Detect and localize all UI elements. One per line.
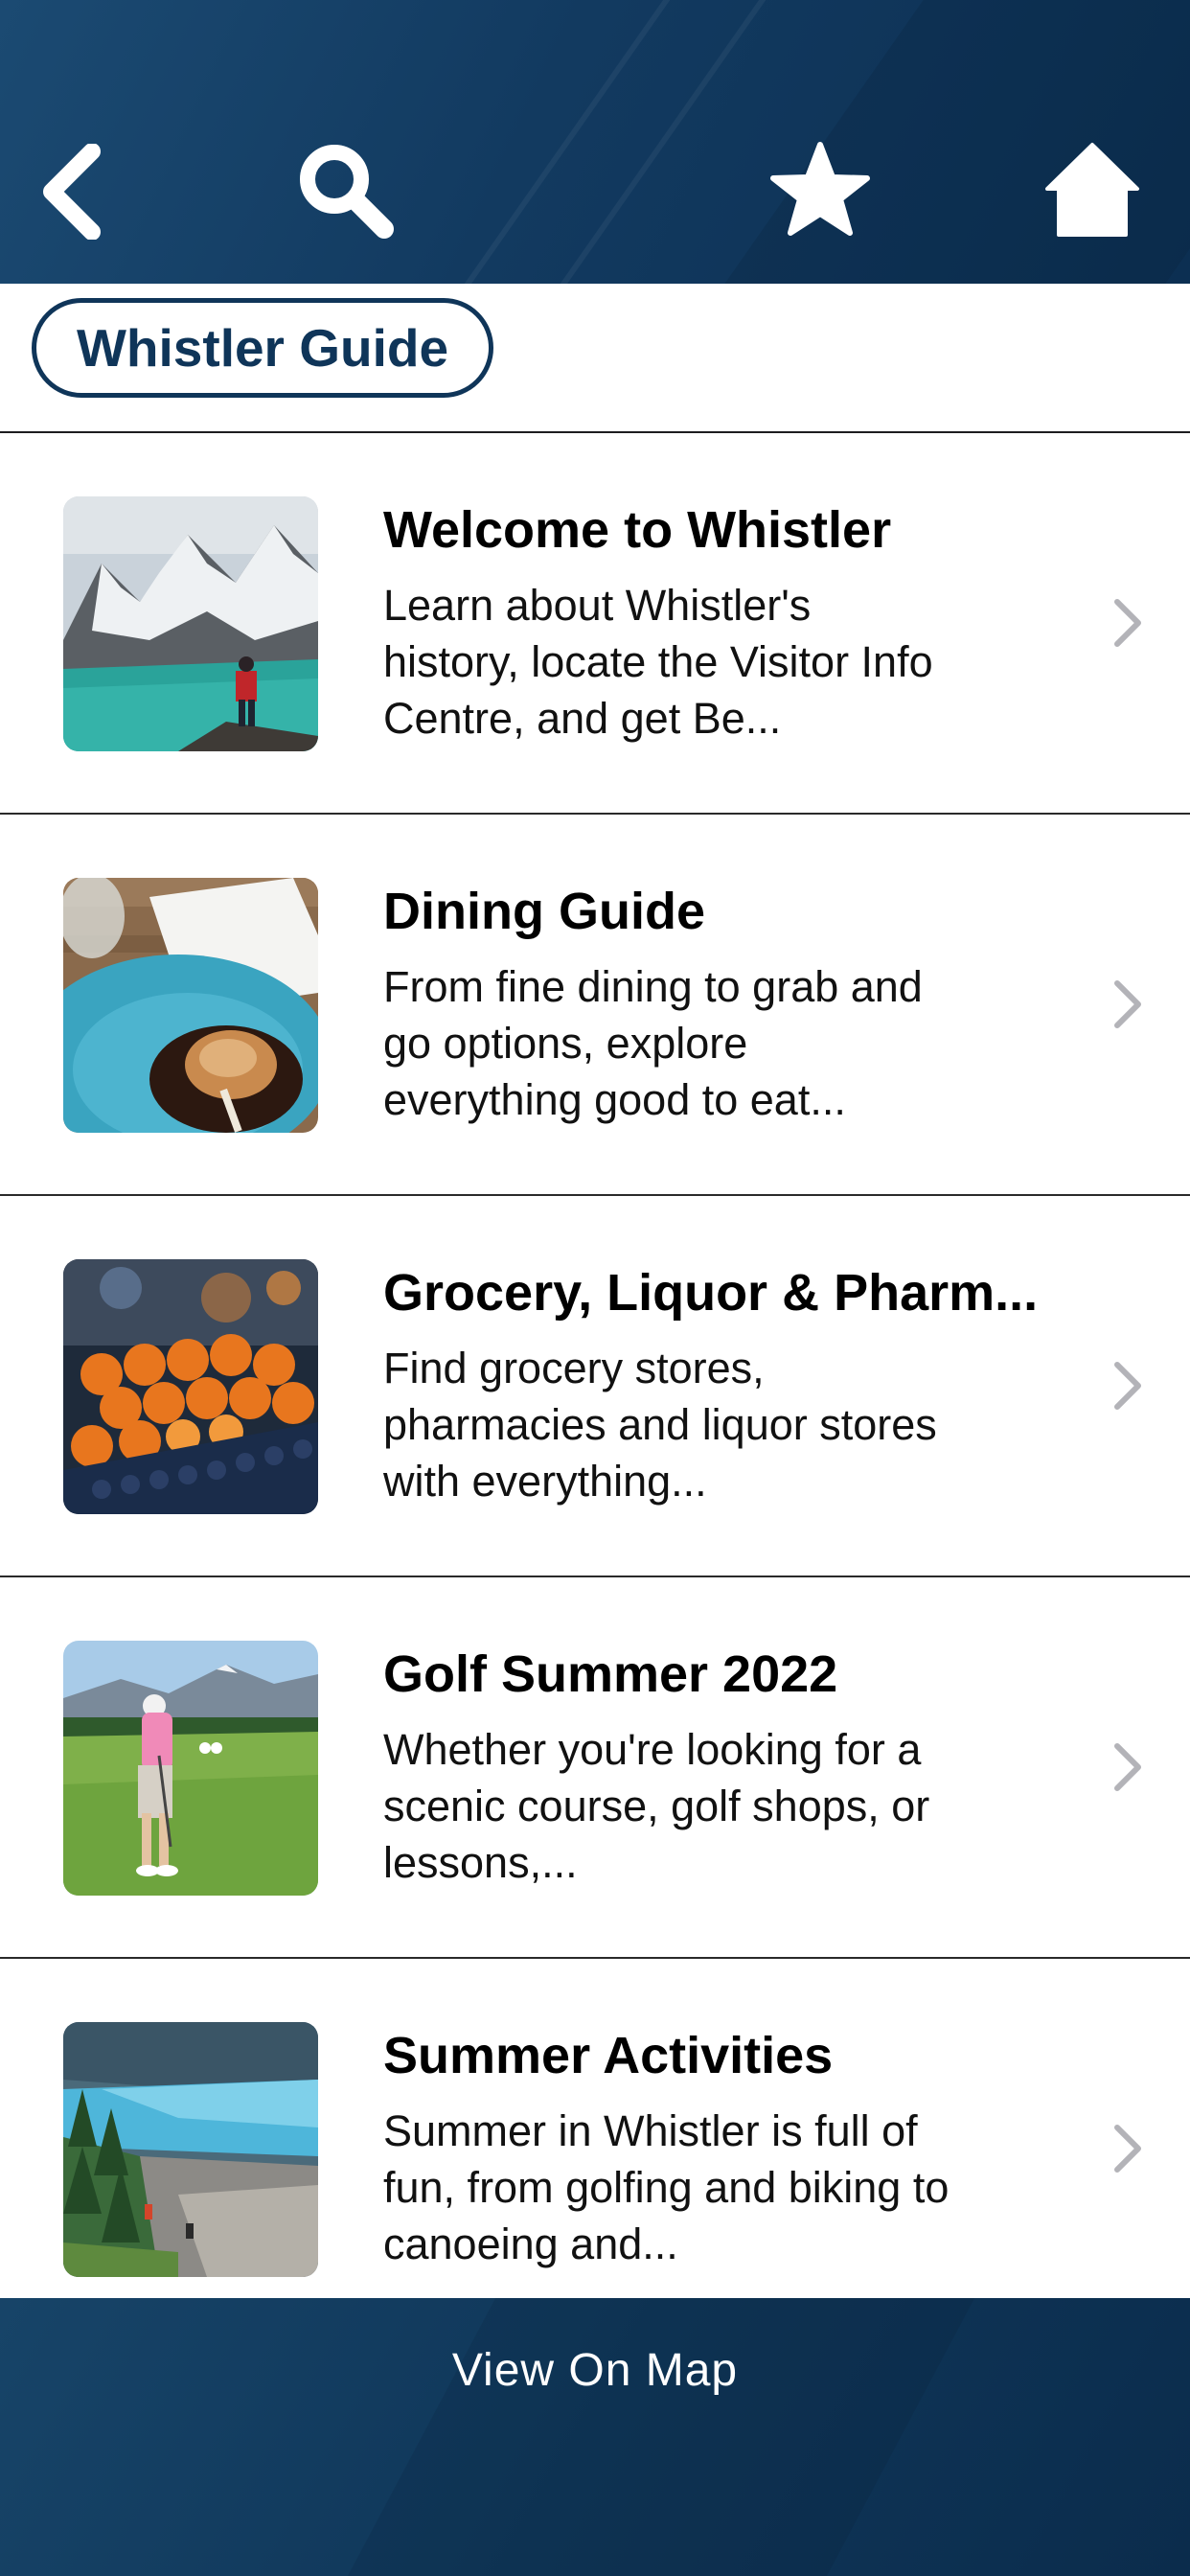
thumbnail-plated-meal: [63, 878, 318, 1133]
list-item-description: Whether you're looking for a scenic cour…: [383, 1725, 930, 1887]
thumbnail-produce-fruit: [63, 1259, 318, 1514]
page-title: Whistler Guide: [32, 298, 494, 398]
list-item-title: Welcome to Whistler: [383, 501, 892, 559]
chevron-right-icon: [1114, 1743, 1141, 1791]
list-item-dining-guide[interactable]: Dining Guide From fine dining to grab an…: [0, 815, 1190, 1196]
list-item-description: Summer in Whistler is full of fun, from …: [383, 2106, 950, 2268]
home-button[interactable]: [1035, 134, 1150, 249]
list-item-title: Dining Guide: [383, 883, 705, 940]
list-item-title: Grocery, Liquor & Pharm...: [383, 1264, 1039, 1322]
thumbnail-alpine-lake-hikers: [63, 2022, 318, 2277]
list-item-grocery-liquor-pharmacy[interactable]: Grocery, Liquor & Pharm... Find grocery …: [0, 1196, 1190, 1577]
chevron-right-icon: [1114, 2125, 1141, 2173]
list-item-welcome-to-whistler[interactable]: Welcome to Whistler Learn about Whistler…: [0, 433, 1190, 815]
search-icon: [300, 145, 394, 239]
view-on-map-button[interactable]: View On Map: [0, 2298, 1190, 2576]
list-item-golf-summer-2022[interactable]: Golf Summer 2022 Whether you're looking …: [0, 1577, 1190, 1959]
list-item-title: Golf Summer 2022: [383, 1645, 838, 1703]
thumbnail-mountain-lake-hiker: [63, 496, 318, 751]
chevron-right-icon: [1114, 980, 1141, 1028]
star-icon: [770, 142, 870, 236]
list-item-description: Learn about Whistler's history, locate t…: [383, 581, 933, 743]
list-item-title: Summer Activities: [383, 2027, 834, 2084]
home-icon: [1045, 143, 1139, 237]
chevron-right-icon: [1114, 1362, 1141, 1410]
app-screen: Whistler Guide Welcome to Whistler Learn…: [0, 0, 1190, 2576]
chevron-left-icon: [43, 144, 101, 240]
top-nav-bar: [0, 0, 1190, 284]
view-on-map-label: View On Map: [451, 2345, 739, 2396]
title-row: Whistler Guide: [0, 284, 1190, 433]
search-button[interactable]: [287, 134, 402, 249]
list-item-summer-activities[interactable]: Summer Activities Summer in Whistler is …: [0, 1959, 1190, 2340]
chevron-right-icon: [1114, 599, 1141, 647]
bottom-bar-background-panel: [347, 2298, 975, 2576]
thumbnail-golfer-on-course: [63, 1641, 318, 1896]
guide-list: Welcome to Whistler Learn about Whistler…: [0, 433, 1190, 2340]
list-item-description: Find grocery stores, pharmacies and liqu…: [383, 1344, 937, 1506]
list-item-description: From fine dining to grab and go options,…: [383, 962, 923, 1124]
back-button[interactable]: [15, 134, 130, 249]
favorites-button[interactable]: [763, 134, 878, 249]
